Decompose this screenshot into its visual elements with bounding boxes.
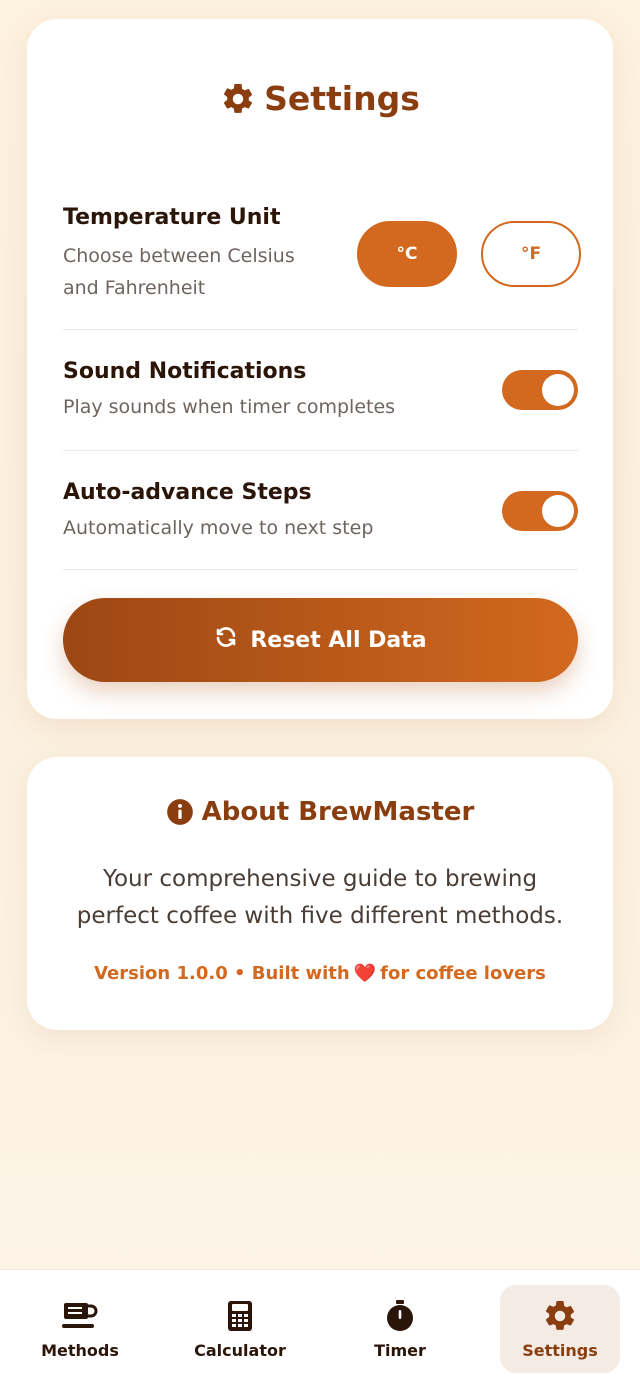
reset-all-data-button[interactable]: Reset All Data	[63, 598, 578, 682]
temperature-unit-description: Choose between Celsius and Fahrenheit	[63, 245, 295, 299]
about-title: About BrewMaster	[201, 797, 475, 827]
auto-advance-label: Auto-advance Steps	[63, 480, 312, 505]
version-info: Version 1.0.0 • Built with ❤️ for coffee l…	[27, 963, 613, 984]
sound-notifications-toggle[interactable]	[502, 370, 578, 410]
about-card: About BrewMaster Your comprehensive guid…	[27, 757, 613, 1030]
nav-label-calculator: Calculator	[194, 1340, 286, 1360]
settings-card: Settings Temperature Unit Choose between…	[27, 19, 613, 719]
sound-notifications-row: Sound Notifications Play sounds when tim…	[63, 330, 578, 451]
settings-title: Settings	[264, 79, 420, 118]
sound-notifications-description: Play sounds when timer completes	[63, 396, 396, 418]
about-description: Your comprehensive guide to brewing perf…	[76, 866, 564, 929]
nav-item-timer[interactable]: Timer	[340, 1285, 460, 1373]
sound-notifications-label: Sound Notifications	[63, 359, 307, 384]
coffee-cup-icon	[61, 1299, 99, 1333]
nav-label-timer: Timer	[374, 1340, 426, 1360]
bottom-navigation: Methods Calculator Timer Settings	[0, 1269, 640, 1387]
gear-icon	[542, 1299, 578, 1333]
about-heading: About BrewMaster	[27, 797, 613, 827]
celsius-button[interactable]: °C	[357, 221, 457, 287]
refresh-icon	[214, 625, 238, 655]
gear-icon	[220, 81, 256, 117]
version-text: Version 1.0.0 • Built with	[94, 963, 350, 984]
nav-item-methods[interactable]: Methods	[20, 1285, 140, 1373]
auto-advance-description: Automatically move to next step	[63, 517, 374, 539]
nav-item-calculator[interactable]: Calculator	[180, 1285, 300, 1373]
reset-all-data-label: Reset All Data	[250, 627, 427, 653]
nav-label-settings: Settings	[522, 1340, 598, 1360]
heart-icon: ❤️	[353, 963, 377, 984]
auto-advance-row: Auto-advance Steps Automatically move to…	[63, 451, 578, 570]
nav-label-methods: Methods	[41, 1340, 119, 1360]
temperature-unit-label: Temperature Unit	[63, 205, 281, 230]
auto-advance-toggle[interactable]	[502, 491, 578, 531]
settings-heading: Settings	[27, 79, 613, 118]
temperature-unit-row: Temperature Unit Choose between Celsius …	[63, 187, 581, 330]
calculator-icon	[227, 1299, 253, 1333]
toggle-knob	[542, 495, 574, 527]
fahrenheit-button[interactable]: °F	[481, 221, 581, 287]
info-icon	[166, 798, 194, 826]
stopwatch-icon	[385, 1299, 415, 1333]
toggle-knob	[542, 374, 574, 406]
nav-item-settings[interactable]: Settings	[500, 1285, 620, 1373]
version-suffix: for coffee lovers	[380, 963, 546, 984]
